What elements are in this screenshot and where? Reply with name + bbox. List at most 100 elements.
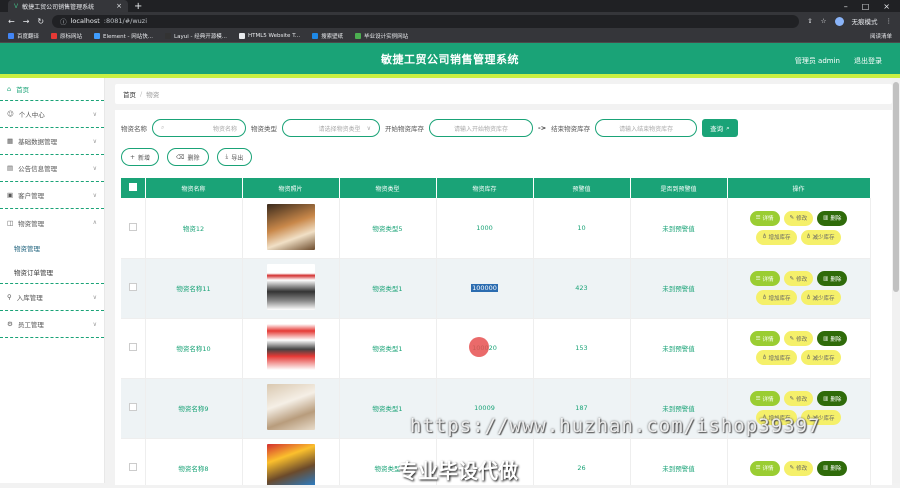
delete-button[interactable]: ⌫ 删除	[167, 148, 209, 166]
address-bar[interactable]: ⓘ localhost:8081/#/wuzi	[52, 14, 800, 28]
sidebar-item-goods[interactable]: ◫ 物资管理 ∧	[0, 209, 104, 236]
row-checkbox[interactable]	[128, 343, 137, 351]
decrease-stock-button[interactable]: ♁ 减少库存	[800, 229, 841, 245]
reload-icon[interactable]: ↻	[37, 17, 44, 26]
share-icon[interactable]: ⇪	[807, 17, 812, 25]
add-button[interactable]: + 新增	[121, 148, 160, 166]
type-select[interactable]: 请选择物资类型 ∨	[282, 119, 380, 137]
page-scrollbar[interactable]	[892, 78, 900, 483]
sidebar-item-customer[interactable]: ▣ 客户管理 ∨	[0, 182, 104, 209]
goods-name: 物资名称8	[145, 438, 243, 485]
export-button[interactable]: ⤓ 导出	[216, 148, 253, 166]
detail-button[interactable]: ☰ 详情	[749, 271, 780, 286]
bookmark-item[interactable]: HTML5 Website T...	[238, 33, 300, 39]
bookmark-icon	[94, 33, 101, 39]
browser-tab[interactable]: V 敏捷工贸公司销售管理系统 ×	[8, 0, 128, 12]
column-header[interactable]: 物资名称	[145, 178, 243, 198]
delete-row-button[interactable]: ▥ 删除	[817, 391, 848, 406]
row-checkbox[interactable]	[128, 463, 137, 471]
delete-row-button[interactable]: ▥ 删除	[817, 271, 848, 286]
edit-button[interactable]: ✎ 修改	[783, 460, 814, 476]
scrollbar-thumb[interactable]	[893, 82, 899, 292]
increase-stock-button[interactable]: ♁ 增加库存	[756, 350, 797, 365]
type-label: 物资类型	[251, 125, 277, 133]
detail-button[interactable]: ☰ 详情	[749, 391, 780, 406]
bookmark-item[interactable]: 毕业设计实例网站	[355, 32, 408, 40]
sidebar-item-inbound[interactable]: ⚲ 入库管理 ∨	[0, 284, 104, 311]
sidebar-item-staff[interactable]: ⚙ 员工管理 ∨	[0, 311, 104, 338]
goods-photo[interactable]	[266, 203, 315, 250]
new-tab-icon[interactable]: +	[134, 1, 142, 12]
detail-icon: ☰	[755, 465, 761, 471]
bookmark-item[interactable]: 搜索壁纸	[312, 32, 343, 40]
bookmark-item[interactable]: Layui - 经典开源模...	[165, 32, 227, 40]
sidebar-item-home[interactable]: ⌂ 首页	[0, 78, 104, 101]
sidebar-subitem-goods-orders[interactable]: 物资订单管理	[0, 260, 104, 284]
url-rest: :8081/#/wuzi	[103, 17, 148, 25]
bookmark-icon	[238, 33, 245, 39]
sidebar-item-profile[interactable]: ☺ 个人中心 ∨	[0, 101, 104, 128]
reading-list[interactable]: 阅读清单	[870, 32, 892, 40]
select-all-cell[interactable]	[121, 178, 146, 198]
column-header[interactable]: 是否到预警值	[630, 178, 728, 198]
sidebar-subitem-goods[interactable]: 物资管理	[0, 236, 104, 260]
delete-row-button[interactable]: ▥ 删除	[817, 460, 848, 476]
bookmark-icon	[51, 33, 58, 39]
goods-photo[interactable]	[266, 444, 315, 485]
bookmark-item[interactable]: Element - 网站快...	[94, 32, 153, 40]
row-checkbox[interactable]	[128, 283, 137, 291]
bookmark-item[interactable]: 原标网站	[51, 32, 82, 40]
maximize-icon[interactable]: □	[862, 2, 870, 11]
edit-button[interactable]: ✎ 修改	[783, 210, 814, 226]
goods-photo[interactable]	[266, 384, 315, 430]
forward-icon[interactable]: →	[23, 17, 30, 26]
decrease-stock-button[interactable]: ♁ 减少库存	[800, 290, 841, 305]
close-tab-icon[interactable]: ×	[116, 2, 122, 10]
detail-button[interactable]: ☰ 详情	[749, 460, 780, 476]
decrease-stock-button[interactable]: ♁ 减少库存	[800, 350, 841, 365]
detail-button[interactable]: ☰ 详情	[749, 210, 780, 226]
star-icon[interactable]: ☆	[821, 17, 827, 25]
start-stock-input[interactable]: 请输入开始物资库存	[429, 119, 533, 137]
trash-icon: ⌫	[176, 153, 185, 161]
edit-button[interactable]: ✎ 修改	[783, 331, 814, 346]
query-button[interactable]: 查询 ⌕	[702, 119, 738, 137]
minimize-icon[interactable]: –	[844, 2, 848, 11]
vue-icon: V	[14, 2, 19, 10]
goods-photo[interactable]	[266, 264, 315, 310]
logout-link[interactable]: 退出登录	[854, 56, 882, 66]
increase-stock-button[interactable]: ♁ 增加库存	[756, 290, 797, 305]
goods-warn-value: 423	[533, 258, 631, 319]
goods-photo[interactable]	[266, 324, 315, 370]
breadcrumb-home[interactable]: 首页	[123, 89, 136, 99]
goods-warn-value: 10	[533, 198, 631, 259]
edit-button[interactable]: ✎ 修改	[783, 271, 814, 286]
trash-icon: ▥	[823, 275, 829, 282]
table-row: 物资名称11 物资类型1 100000 423 未到预警值 ☰ 详情 ✎ 修改 ▥ 删…	[121, 258, 871, 319]
edit-button[interactable]: ✎ 修改	[783, 391, 814, 406]
row-checkbox[interactable]	[128, 403, 137, 411]
row-checkbox[interactable]	[128, 222, 137, 231]
column-header[interactable]: 物资类型	[339, 178, 437, 198]
chevron-down-icon: ∨	[92, 191, 97, 199]
delete-row-button[interactable]: ▥ 删除	[817, 331, 848, 346]
column-header[interactable]: 预警值	[533, 178, 631, 198]
tab-title: 敏捷工贸公司销售管理系统	[22, 3, 95, 11]
select-all-checkbox[interactable]	[128, 183, 137, 191]
delete-row-button[interactable]: ▥ 删除	[817, 210, 848, 226]
chevron-down-icon: ∨	[92, 320, 97, 328]
goods-stock: 1000	[436, 198, 534, 259]
bookmark-item[interactable]: 百度翻译	[8, 32, 39, 40]
column-header[interactable]: 物资库存	[436, 178, 534, 198]
name-search-input[interactable]: ⌕ 物资名称	[152, 119, 246, 137]
increase-stock-button[interactable]: ♁ 增加库存	[756, 229, 797, 245]
sidebar-item-notice[interactable]: ▤ 公告信息管理 ∨	[0, 155, 104, 182]
end-stock-input[interactable]: 请输入结束物资库存	[595, 119, 698, 137]
menu-icon[interactable]: ⋮	[886, 17, 893, 25]
profile-avatar[interactable]	[834, 16, 844, 26]
detail-button[interactable]: ☰ 详情	[749, 331, 780, 346]
back-icon[interactable]: ←	[8, 17, 15, 26]
sidebar-item-base-data[interactable]: ▦ 基础数据管理 ∨	[0, 128, 104, 155]
edit-icon: ✎	[789, 275, 795, 282]
close-window-icon[interactable]: ×	[883, 2, 890, 11]
